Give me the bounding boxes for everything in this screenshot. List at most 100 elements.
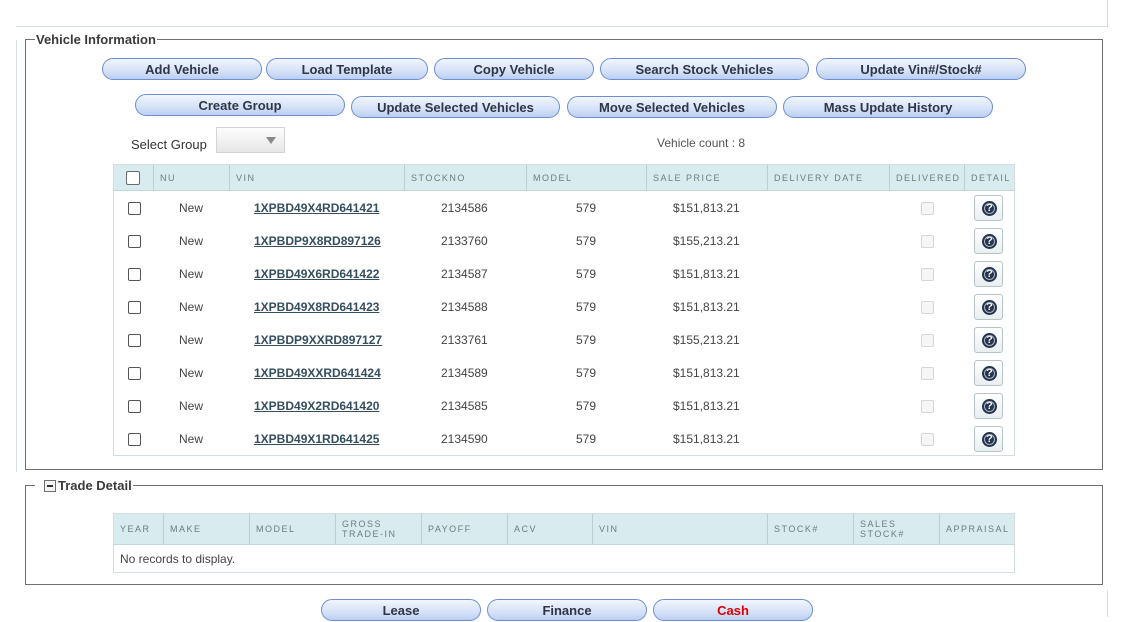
column-header-delivered[interactable]: DELIVERED xyxy=(890,165,965,190)
table-row: New 1XPBD49X2RD641420 2134585 579 $151,813.2… xyxy=(114,390,1014,423)
row-delivered-checkbox xyxy=(921,235,934,248)
row-select-checkbox[interactable] xyxy=(128,268,141,281)
row-stockno: 2133761 xyxy=(441,333,488,347)
select-group-dropdown[interactable] xyxy=(216,127,285,153)
trade-column-payoff[interactable]: PAYOFF xyxy=(422,514,508,544)
row-select-checkbox[interactable] xyxy=(128,433,141,446)
row-delivered-checkbox xyxy=(921,367,934,380)
row-delivered-checkbox xyxy=(921,202,934,215)
add-vehicle-button[interactable]: Add Vehicle xyxy=(102,58,262,80)
trade-column-vin[interactable]: VIN xyxy=(593,514,768,544)
trade-column-sales-stock[interactable]: SALES STOCK# xyxy=(854,514,940,544)
row-vin-link[interactable]: 1XPBD49X4RD641421 xyxy=(254,192,379,225)
create-group-button[interactable]: Create Group xyxy=(135,94,345,116)
select-all-header xyxy=(114,165,154,190)
row-detail-button[interactable]: ? xyxy=(974,195,1003,221)
update-selected-vehicles-button[interactable]: Update Selected Vehicles xyxy=(351,96,560,118)
select-all-checkbox[interactable] xyxy=(126,171,140,185)
trade-column-appraisal[interactable]: APPRAISAL xyxy=(940,514,1016,544)
no-records-message: No records to display. xyxy=(120,552,236,566)
row-select-checkbox[interactable] xyxy=(128,334,141,347)
row-sale-price: $151,813.21 xyxy=(673,432,740,446)
column-header-vin[interactable]: VIN xyxy=(230,165,405,190)
vehicle-count: Vehicle count : 8 xyxy=(657,136,746,150)
row-stockno: 2134588 xyxy=(441,300,488,314)
row-stockno: 2134589 xyxy=(441,366,488,380)
row-detail-button[interactable]: ? xyxy=(974,426,1003,452)
row-detail-button[interactable]: ? xyxy=(974,261,1003,287)
row-model: 579 xyxy=(576,333,597,347)
row-select-checkbox[interactable] xyxy=(128,367,141,380)
right-divider-top xyxy=(1107,0,1108,27)
chevron-down-icon xyxy=(266,137,276,144)
row-sale-price: $151,813.21 xyxy=(673,267,740,281)
row-vin-link[interactable]: 1XPBD49XXRD641424 xyxy=(254,357,381,390)
row-select-checkbox[interactable] xyxy=(128,400,141,413)
row-nu: New xyxy=(179,333,204,347)
row-detail-button[interactable]: ? xyxy=(974,294,1003,320)
column-header-sale-price[interactable]: SALE PRICE xyxy=(647,165,768,190)
row-detail-button[interactable]: ? xyxy=(974,360,1003,386)
copy-vehicle-button[interactable]: Copy Vehicle xyxy=(434,58,594,80)
column-header-stockno[interactable]: STOCKNO xyxy=(405,165,527,190)
trade-grid: YEAR MAKE MODEL GROSS TRADE-IN PAYOFF AC… xyxy=(113,513,1015,573)
row-select-checkbox[interactable] xyxy=(128,301,141,314)
row-model: 579 xyxy=(576,201,597,215)
move-selected-vehicles-button[interactable]: Move Selected Vehicles xyxy=(567,96,777,118)
row-detail-button[interactable]: ? xyxy=(974,393,1003,419)
row-stockno: 2134590 xyxy=(441,432,488,446)
row-vin-link[interactable]: 1XPBDP9X8RD897126 xyxy=(254,225,381,258)
row-detail-button[interactable]: ? xyxy=(974,327,1003,353)
row-vin-link[interactable]: 1XPBD49X6RD641422 xyxy=(254,258,379,291)
row-model: 579 xyxy=(576,300,597,314)
row-model: 579 xyxy=(576,432,597,446)
load-template-button[interactable]: Load Template xyxy=(266,58,428,80)
cash-button[interactable]: Cash xyxy=(653,599,813,621)
row-vin-link[interactable]: 1XPBD49X8RD641423 xyxy=(254,291,379,324)
column-header-nu[interactable]: NU xyxy=(154,165,230,190)
row-select-checkbox[interactable] xyxy=(128,235,141,248)
trade-column-stock[interactable]: STOCK# xyxy=(768,514,854,544)
trade-column-acv[interactable]: ACV xyxy=(508,514,593,544)
row-detail-button[interactable]: ? xyxy=(974,228,1003,254)
column-header-model[interactable]: MODEL xyxy=(527,165,647,190)
table-row: New 1XPBD49XXRD641424 2134589 579 $151,813.2… xyxy=(114,357,1014,390)
row-delivered-checkbox xyxy=(921,268,934,281)
vehicle-grid-header: NU VIN STOCKNO MODEL SALE PRICE DELIVERY… xyxy=(114,165,1014,191)
row-sale-price: $151,813.21 xyxy=(673,366,740,380)
finance-button[interactable]: Finance xyxy=(487,599,647,621)
collapse-icon[interactable] xyxy=(44,480,56,492)
row-nu: New xyxy=(179,399,204,413)
select-group-label: Select Group xyxy=(131,137,207,152)
vehicle-information-legend: Vehicle Information xyxy=(36,32,156,47)
trade-column-model[interactable]: MODEL xyxy=(250,514,336,544)
row-vin-link[interactable]: 1XPBD49X1RD641425 xyxy=(254,423,379,456)
row-stockno: 2134587 xyxy=(441,267,488,281)
row-nu: New xyxy=(179,300,204,314)
lease-button[interactable]: Lease xyxy=(321,599,481,621)
help-circle-icon: ? xyxy=(982,267,997,282)
search-stock-vehicles-button[interactable]: Search Stock Vehicles xyxy=(600,58,809,80)
row-sale-price: $151,813.21 xyxy=(673,300,740,314)
row-nu: New xyxy=(179,366,204,380)
row-stockno: 2134585 xyxy=(441,399,488,413)
table-row: New 1XPBD49X4RD641421 2134586 579 $151,813.2… xyxy=(114,192,1014,225)
row-select-checkbox[interactable] xyxy=(128,202,141,215)
mass-update-history-button[interactable]: Mass Update History xyxy=(783,96,993,118)
trade-column-year[interactable]: YEAR xyxy=(114,514,164,544)
row-vin-link[interactable]: 1XPBD49X2RD641420 xyxy=(254,390,379,423)
row-model: 579 xyxy=(576,267,597,281)
help-circle-icon: ? xyxy=(982,399,997,414)
trade-column-gross-trade-in[interactable]: GROSS TRADE-IN xyxy=(336,514,422,544)
column-header-delivery-date[interactable]: DELIVERY DATE xyxy=(768,165,890,190)
trade-grid-header: YEAR MAKE MODEL GROSS TRADE-IN PAYOFF AC… xyxy=(114,514,1014,545)
row-delivered-checkbox xyxy=(921,334,934,347)
row-model: 579 xyxy=(576,366,597,380)
row-nu: New xyxy=(179,267,204,281)
help-circle-icon: ? xyxy=(982,234,997,249)
row-nu: New xyxy=(179,234,204,248)
row-model: 579 xyxy=(576,234,597,248)
row-vin-link[interactable]: 1XPBDP9XXRD897127 xyxy=(254,324,382,357)
trade-column-make[interactable]: MAKE xyxy=(164,514,250,544)
update-vin-stock-button[interactable]: Update Vin#/Stock# xyxy=(816,58,1026,80)
